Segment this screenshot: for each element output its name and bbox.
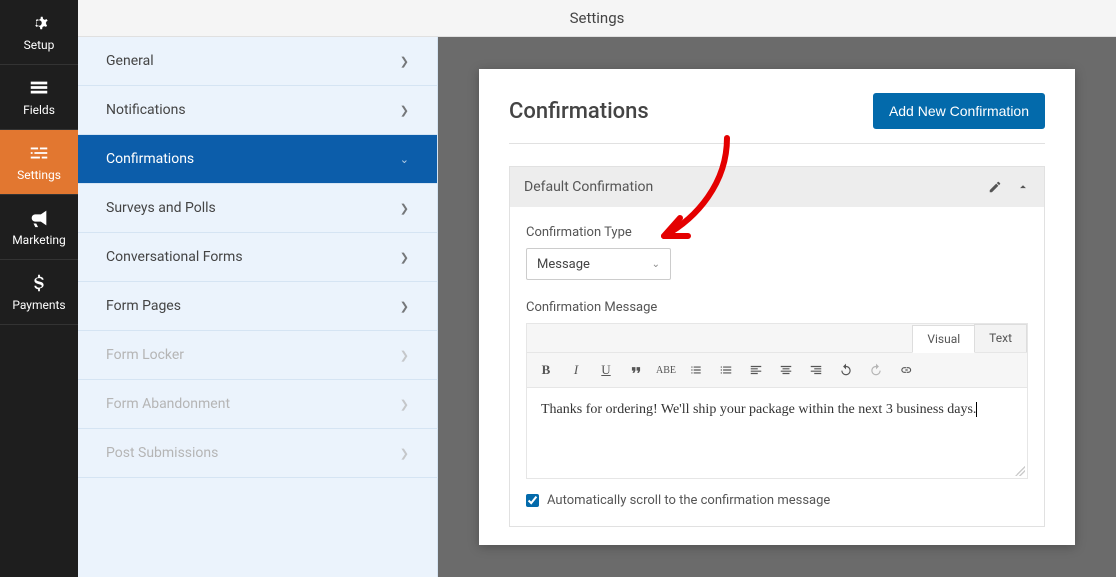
settings-item-label: Confirmations [106, 151, 194, 167]
collapse-icon[interactable] [1016, 180, 1030, 194]
settings-item-surveys[interactable]: Surveys and Polls ❯ [78, 184, 437, 233]
tab-text[interactable]: Text [974, 324, 1027, 352]
blockquote-button[interactable] [625, 359, 647, 381]
nav-label: Payments [12, 298, 65, 312]
bullhorn-icon [28, 207, 50, 229]
settings-item-form-pages[interactable]: Form Pages ❯ [78, 282, 437, 331]
nav-item-marketing[interactable]: Marketing [0, 195, 78, 260]
settings-item-label: Notifications [106, 102, 186, 118]
sidebar-nav: Setup Fields Settings Marketing Payments [0, 0, 78, 577]
settings-item-conversational[interactable]: Conversational Forms ❯ [78, 233, 437, 282]
chevron-right-icon: ❯ [400, 251, 409, 264]
settings-item-post-submissions[interactable]: Post Submissions ❯ [78, 429, 437, 478]
chevron-right-icon: ❯ [400, 55, 409, 68]
ul-button[interactable] [685, 359, 707, 381]
card-title: Confirmations [509, 99, 649, 124]
link-button[interactable] [895, 359, 917, 381]
underline-button[interactable]: U [595, 359, 617, 381]
settings-item-general[interactable]: General ❯ [78, 37, 437, 86]
settings-item-label: Surveys and Polls [106, 200, 216, 216]
nav-item-settings[interactable]: Settings [0, 130, 78, 195]
nav-label: Fields [23, 103, 55, 117]
topbar: Settings [78, 0, 1116, 37]
chevron-right-icon: ❯ [400, 300, 409, 313]
settings-item-label: Form Pages [106, 298, 181, 314]
chevron-down-icon: ⌄ [400, 153, 409, 166]
chevron-right-icon: ❯ [400, 104, 409, 117]
editor-textarea[interactable]: Thanks for ordering! We'll ship your pac… [527, 388, 1027, 478]
add-confirmation-button[interactable]: Add New Confirmation [873, 93, 1045, 129]
nav-label: Marketing [12, 233, 66, 247]
page-title: Settings [570, 9, 625, 27]
gear-icon [28, 12, 50, 34]
confirmations-card: Confirmations Add New Confirmation Defau… [479, 69, 1075, 545]
strikethrough-button[interactable]: ABE [655, 359, 677, 381]
chevron-down-icon: ⌄ [652, 259, 660, 270]
italic-button[interactable]: I [565, 359, 587, 381]
nav-label: Setup [24, 38, 55, 52]
settings-item-confirmations[interactable]: Confirmations ⌄ [78, 135, 437, 184]
dollar-icon [28, 272, 50, 294]
auto-scroll-checkbox[interactable] [526, 494, 539, 507]
settings-menu: General ❯ Notifications ❯ Confirmations … [78, 37, 438, 577]
settings-item-form-abandonment[interactable]: Form Abandonment ❯ [78, 380, 437, 429]
chevron-right-icon: ❯ [400, 398, 409, 411]
settings-item-label: Form Abandonment [106, 396, 230, 412]
list-icon [28, 77, 50, 99]
editor-toolbar: B I U ABE [527, 353, 1027, 388]
undo-button[interactable] [835, 359, 857, 381]
ol-button[interactable] [715, 359, 737, 381]
align-right-button[interactable] [805, 359, 827, 381]
sliders-icon [28, 142, 50, 164]
chevron-right-icon: ❯ [400, 202, 409, 215]
panel-header[interactable]: Default Confirmation [510, 167, 1044, 207]
settings-item-label: Form Locker [106, 347, 184, 363]
wysiwyg-editor: Visual Text B I U ABE [526, 323, 1028, 479]
confirmation-panel: Default Confirmation Confirmation Type M… [509, 166, 1045, 527]
align-center-button[interactable] [775, 359, 797, 381]
settings-item-label: Post Submissions [106, 445, 218, 461]
align-left-button[interactable] [745, 359, 767, 381]
editor-content: Thanks for ordering! We'll ship your pac… [541, 402, 976, 417]
settings-item-form-locker[interactable]: Form Locker ❯ [78, 331, 437, 380]
select-value: Message [537, 257, 590, 272]
settings-item-label: General [106, 53, 154, 69]
bold-button[interactable]: B [535, 359, 557, 381]
chevron-right-icon: ❯ [400, 447, 409, 460]
settings-item-notifications[interactable]: Notifications ❯ [78, 86, 437, 135]
edit-icon[interactable] [988, 180, 1002, 194]
chevron-right-icon: ❯ [400, 349, 409, 362]
confirmation-message-label: Confirmation Message [526, 300, 1028, 315]
redo-button[interactable] [865, 359, 887, 381]
auto-scroll-label: Automatically scroll to the confirmation… [547, 493, 830, 508]
nav-label: Settings [17, 168, 61, 182]
confirmation-type-label: Confirmation Type [526, 225, 1028, 240]
nav-item-setup[interactable]: Setup [0, 0, 78, 65]
settings-item-label: Conversational Forms [106, 249, 243, 265]
nav-item-payments[interactable]: Payments [0, 260, 78, 325]
confirmation-type-select[interactable]: Message ⌄ [526, 248, 671, 280]
tab-visual[interactable]: Visual [912, 325, 975, 353]
content-area: Confirmations Add New Confirmation Defau… [438, 37, 1116, 577]
nav-item-fields[interactable]: Fields [0, 65, 78, 130]
auto-scroll-row[interactable]: Automatically scroll to the confirmation… [526, 493, 1028, 508]
panel-title: Default Confirmation [524, 179, 653, 195]
